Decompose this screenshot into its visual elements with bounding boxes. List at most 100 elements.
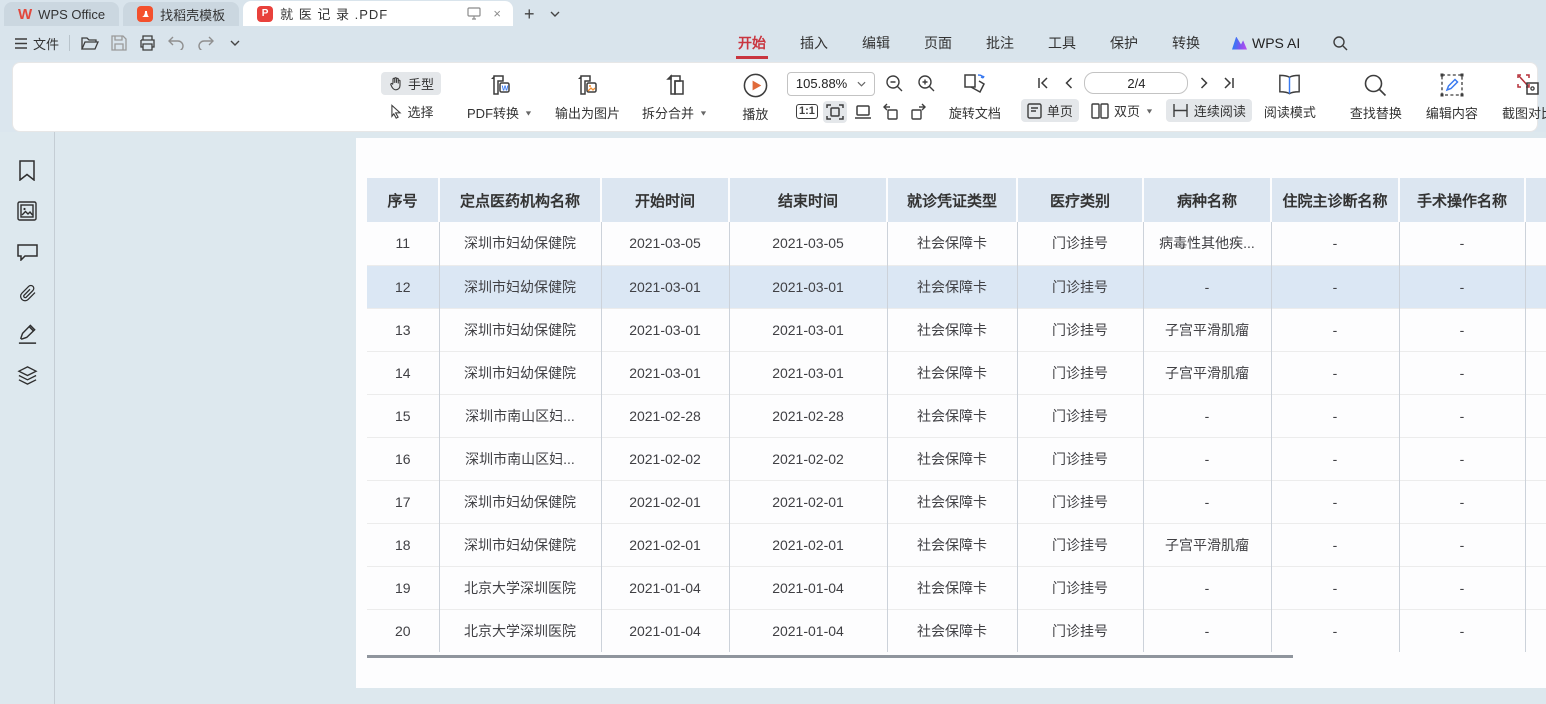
actual-size-icon[interactable]: 1:1 <box>795 101 819 123</box>
menu-insert[interactable]: 插入 <box>798 26 830 60</box>
table-cell: 2021-02-02 <box>601 437 729 480</box>
fit-width-icon[interactable] <box>823 101 847 123</box>
table-cell: 深圳市妇幼保健院 <box>439 222 601 265</box>
redo-icon[interactable] <box>196 34 215 53</box>
previous-page-icon[interactable] <box>1059 73 1077 93</box>
file-menu-button[interactable]: 文件 <box>14 34 59 53</box>
close-tab-icon[interactable]: × <box>489 6 505 22</box>
export-image-button[interactable]: 输出为图片 <box>547 68 628 126</box>
table-row[interactable]: 17深圳市妇幼保健院2021-02-012021-02-01社会保障卡门诊挂号-… <box>367 480 1546 523</box>
zoom-in-icon[interactable] <box>915 73 939 95</box>
zoom-out-icon[interactable] <box>883 73 907 95</box>
menu-annotate[interactable]: 批注 <box>984 26 1016 60</box>
table-row[interactable]: 14深圳市妇幼保健院2021-03-012021-03-01社会保障卡门诊挂号子… <box>367 351 1546 394</box>
tab-docer-templates[interactable]: 找稻壳模板 <box>123 2 239 26</box>
window-tab-bar: W WPS Office 找稻壳模板 P 就 医 记 录 .PDF × + <box>0 0 1546 26</box>
rotate-right-icon[interactable] <box>907 101 931 123</box>
tab-list-chevron-icon[interactable] <box>545 4 565 24</box>
tab-active-document[interactable]: P 就 医 记 录 .PDF × <box>243 1 513 26</box>
table-cell: - <box>1143 566 1271 609</box>
signature-panel-icon[interactable] <box>15 322 39 346</box>
table-cell: 2021-02-01 <box>729 480 887 523</box>
table-row[interactable]: 13深圳市妇幼保健院2021-03-012021-03-01社会保障卡门诊挂号子… <box>367 308 1546 351</box>
attachment-panel-icon[interactable] <box>15 281 39 305</box>
select-tool-label: 选择 <box>408 102 434 121</box>
split-merge-button[interactable]: 拆分合并▼ <box>634 68 716 126</box>
column-header: 开始时间 <box>601 178 729 222</box>
tab-wps-office[interactable]: W WPS Office <box>4 2 119 26</box>
table-cell: 2021-03-01 <box>729 351 887 394</box>
table-row[interactable]: 12深圳市妇幼保健院2021-03-012021-03-01社会保障卡门诊挂号-… <box>367 265 1546 308</box>
table-cell: 深圳市妇幼保健院 <box>439 265 601 308</box>
column-header: 序号 <box>367 178 439 222</box>
first-page-icon[interactable] <box>1034 73 1052 93</box>
cursor-icon <box>389 104 403 119</box>
print-icon[interactable] <box>138 34 157 53</box>
new-tab-button[interactable]: + <box>519 4 539 24</box>
record-table-header-row: 序号定点医药机构名称开始时间结束时间就诊凭证类型医疗类别病种名称住院主诊断名称手… <box>367 178 1546 222</box>
column-header: 病种名称 <box>1143 178 1271 222</box>
table-cell: 2021-03-05 <box>601 222 729 265</box>
quick-access-chevron-icon[interactable] <box>225 34 244 53</box>
table-cell: 2021-02-01 <box>601 480 729 523</box>
layers-panel-icon[interactable] <box>15 363 39 387</box>
table-row[interactable]: 18深圳市妇幼保健院2021-02-012021-02-01社会保障卡门诊挂号子… <box>367 523 1546 566</box>
find-replace-button[interactable]: 查找替换 <box>1342 69 1410 126</box>
table-row[interactable]: 15深圳市南山区妇...2021-02-282021-02-28社会保障卡门诊挂… <box>367 394 1546 437</box>
double-page-label: 双页 <box>1114 101 1140 120</box>
menu-edit[interactable]: 编辑 <box>860 26 892 60</box>
hand-tool-button[interactable]: 手型 <box>381 72 441 95</box>
select-tool-button[interactable]: 选择 <box>382 100 441 123</box>
docer-logo-icon <box>137 6 153 22</box>
wps-ai-logo-icon <box>1232 37 1247 50</box>
pdf-convert-button[interactable]: W PDF转换▼ <box>459 68 541 126</box>
table-row[interactable]: 16深圳市南山区妇...2021-02-022021-02-02社会保障卡门诊挂… <box>367 437 1546 480</box>
page-indicator: 2/4 <box>1127 76 1145 91</box>
table-cell: - <box>1399 566 1525 609</box>
rotate-left-icon[interactable] <box>879 101 903 123</box>
menu-convert[interactable]: 转换 <box>1170 26 1202 60</box>
fit-page-icon[interactable] <box>851 101 875 123</box>
screenshot-compare-button[interactable]: 截图对比 <box>1494 68 1546 126</box>
continuous-read-button[interactable]: 连续阅读 <box>1166 99 1252 122</box>
edit-content-button[interactable]: 编辑内容 <box>1418 68 1486 126</box>
present-to-screen-icon[interactable] <box>466 6 482 22</box>
menu-tools[interactable]: 工具 <box>1046 26 1078 60</box>
screenshot-compare-icon <box>1515 72 1541 98</box>
column-header: 住院主诊断名称 <box>1271 178 1399 222</box>
table-row[interactable]: 11深圳市妇幼保健院2021-03-052021-03-05社会保障卡门诊挂号病… <box>367 222 1546 265</box>
table-cell: 社会保障卡 <box>887 523 1017 566</box>
rotate-document-button[interactable]: 旋转文档 <box>941 68 1009 126</box>
file-menu-label: 文件 <box>33 34 59 53</box>
zoom-level-select[interactable]: 105.88% <box>787 72 875 96</box>
comment-panel-icon[interactable] <box>15 240 39 264</box>
next-page-icon[interactable] <box>1195 73 1213 93</box>
edit-content-label: 编辑内容 <box>1426 103 1478 122</box>
edit-content-icon <box>1439 72 1465 98</box>
table-cell: 门诊挂号 <box>1017 523 1143 566</box>
table-row[interactable]: 20北京大学深圳医院2021-01-042021-01-04社会保障卡门诊挂号-… <box>367 609 1546 652</box>
undo-icon[interactable] <box>167 34 186 53</box>
menu-search-icon[interactable] <box>1330 34 1349 53</box>
pdf-page[interactable]: 序号定点医药机构名称开始时间结束时间就诊凭证类型医疗类别病种名称住院主诊断名称手… <box>356 138 1546 688</box>
last-page-icon[interactable] <box>1220 73 1238 93</box>
wps-ai-button[interactable]: WPS AI <box>1232 35 1300 51</box>
table-cell: 社会保障卡 <box>887 394 1017 437</box>
save-icon[interactable] <box>109 34 128 53</box>
open-file-icon[interactable] <box>80 34 99 53</box>
single-page-button[interactable]: 单页 <box>1021 99 1079 122</box>
thumbnail-panel-icon[interactable] <box>15 199 39 223</box>
table-row[interactable]: 19北京大学深圳医院2021-01-042021-01-04社会保障卡门诊挂号-… <box>367 566 1546 609</box>
page-number-input[interactable]: 2/4 <box>1084 72 1188 94</box>
menu-protect[interactable]: 保护 <box>1108 26 1140 60</box>
table-cell: - <box>1271 265 1399 308</box>
table-cell: 19 <box>367 566 439 609</box>
double-page-button[interactable]: 双页 ▼ <box>1085 99 1160 122</box>
column-header: 定点医药机构名称 <box>439 178 601 222</box>
menu-home[interactable]: 开始 <box>736 26 768 60</box>
menu-page[interactable]: 页面 <box>922 26 954 60</box>
read-mode-button[interactable]: 阅读模式 <box>1256 69 1324 125</box>
play-button[interactable]: 播放 <box>734 68 777 127</box>
bookmark-panel-icon[interactable] <box>15 158 39 182</box>
table-cell-clipped <box>1525 351 1546 394</box>
